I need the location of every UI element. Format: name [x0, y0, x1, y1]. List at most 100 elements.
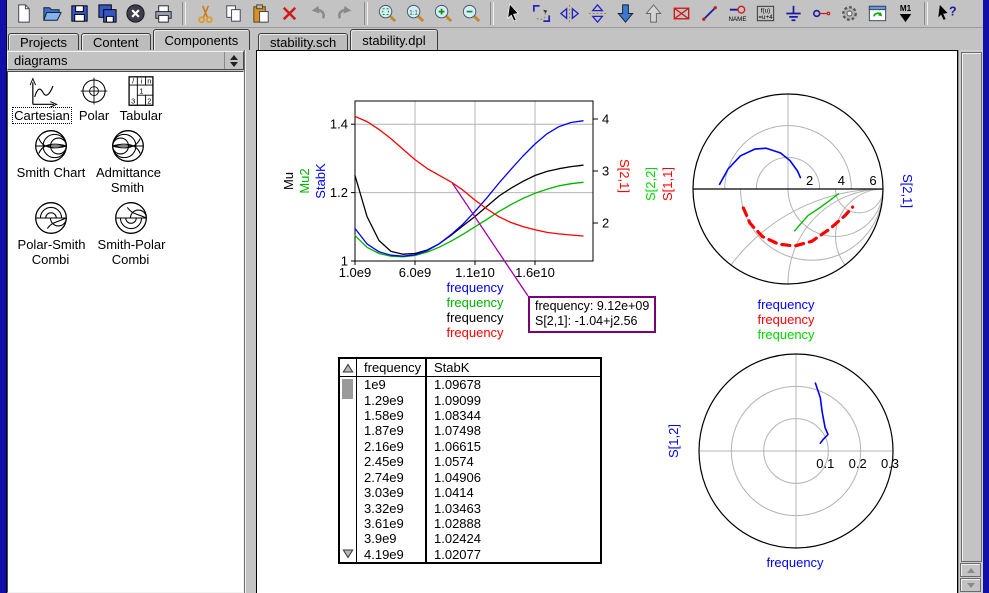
save-all-button[interactable] — [94, 1, 120, 26]
cell-frequency: 1.58e9 — [357, 408, 427, 423]
canvas-vertical-scrollbar[interactable] — [958, 50, 983, 593]
zoom-in-icon — [432, 2, 455, 25]
save-button[interactable] — [66, 1, 92, 26]
table-header-stabk: StabK — [427, 360, 469, 375]
zoom-in-button[interactable] — [430, 1, 456, 26]
marker-tooltip: frequency: 9.12e+09 S[2,1]: -1.04+j2.56 — [528, 296, 656, 333]
palette-item-smith-chart[interactable]: Smith Chart — [9, 127, 93, 180]
rotate-button[interactable] — [528, 1, 554, 26]
component-category-select[interactable]: diagrams — [7, 51, 244, 70]
axis-label-mu2: Mu2 — [297, 168, 312, 193]
svg-text:NAME: NAME — [728, 16, 746, 23]
palette-item-smith-polar-combi[interactable]: Smith-Polar Combi — [88, 199, 174, 267]
deactivate-button[interactable] — [668, 1, 694, 26]
svg-text:1:1: 1:1 — [409, 9, 418, 16]
mirror-x-button[interactable] — [584, 1, 610, 26]
close-button[interactable] — [122, 1, 148, 26]
cut-button[interactable] — [192, 1, 218, 26]
table-row: 2.74e91.04906 — [357, 470, 600, 485]
mirror-y-icon — [558, 2, 581, 25]
view-data-button[interactable] — [864, 1, 890, 26]
cell-frequency: 3.32e9 — [357, 500, 427, 515]
table-row: 3.32e91.03463 — [357, 500, 600, 515]
table-body: 1e91.096781.29e91.090991.58e91.083441.87… — [357, 377, 600, 562]
help-icon: ? — [936, 2, 959, 25]
table-scroll-down-button[interactable] — [340, 546, 356, 561]
name-label-button[interactable]: NAME — [724, 1, 750, 26]
marker-icon: M1 — [894, 2, 917, 25]
palette-item-cartesian[interactable]: Cartesian — [12, 75, 72, 123]
undo-icon — [306, 2, 329, 25]
equation-button[interactable]: f(u)=u+4 — [752, 1, 778, 26]
copy-icon — [222, 2, 245, 25]
undo-button[interactable] — [304, 1, 330, 26]
scrollbar-thumb[interactable] — [961, 52, 982, 562]
push-down-button[interactable] — [612, 1, 638, 26]
table-row: 4.19e91.02077 — [357, 547, 600, 562]
zoom-out-button[interactable] — [458, 1, 484, 26]
view-data-icon — [866, 2, 889, 25]
svg-text:/: / — [132, 76, 135, 85]
panel-tab-content[interactable]: Content — [81, 33, 151, 50]
combo-spin-button[interactable] — [224, 52, 243, 69]
cell-stabk: 1.09678 — [427, 377, 481, 392]
palette-item-tabular[interactable]: /in132Tabular — [111, 75, 171, 123]
deactivate-icon — [670, 2, 693, 25]
wire-button[interactable] — [696, 1, 722, 26]
chart-label: 0.3 — [881, 456, 899, 471]
paste-button[interactable] — [248, 1, 274, 26]
palette-item-label: Admittance Smith — [95, 165, 161, 195]
table-row: 3.9e91.02424 — [357, 531, 600, 546]
cell-frequency: 2.74e9 — [357, 470, 427, 485]
cell-stabk: 1.03463 — [427, 501, 481, 516]
ground-button[interactable] — [780, 1, 806, 26]
delete-icon — [278, 2, 301, 25]
print-icon — [152, 2, 175, 25]
table-scroll-thumb[interactable] — [342, 379, 353, 399]
push-down-icon — [614, 2, 637, 25]
port-button[interactable] — [808, 1, 834, 26]
delete-button[interactable] — [276, 1, 302, 26]
help-button[interactable]: ? — [934, 1, 960, 26]
palette-item-polar-smith-combi[interactable]: Polar-Smith Combi — [8, 199, 94, 267]
cell-stabk: 1.02424 — [427, 531, 481, 546]
axis-label-s21: S[2,1] — [617, 159, 632, 193]
wire-icon — [698, 2, 721, 25]
equation-icon: f(u)=u+4 — [754, 2, 777, 25]
window-frame-right — [983, 0, 989, 593]
table-row: 1.58e91.08344 — [357, 408, 600, 423]
display-page-canvas[interactable]: 1.0e96.0e91.1e101.6e1011.21.4234MuMu2Sta… — [256, 50, 958, 593]
chart-label: 1.6e10 — [515, 265, 555, 280]
scrollbar-up-button[interactable] — [960, 563, 981, 577]
table-scroll-up-button[interactable] — [340, 359, 356, 377]
tabular-diagram: frequency StabK 1e91.096781.29e91.090991… — [338, 357, 602, 564]
chart-label: 6 — [869, 173, 876, 188]
panel-tab-components[interactable]: Components — [153, 29, 251, 50]
mirror-y-button[interactable] — [556, 1, 582, 26]
zoom-one-to-one-button[interactable]: 1:1 — [402, 1, 428, 26]
marker-button[interactable]: M1 — [892, 1, 918, 26]
new-file-button[interactable] — [10, 1, 36, 26]
simulate-button[interactable] — [836, 1, 862, 26]
open-folder-button[interactable] — [38, 1, 64, 26]
document-tab-stability-dpl[interactable]: stability.dpl — [350, 29, 437, 50]
cell-frequency: 2.16e9 — [357, 439, 427, 454]
document-tab-stability-sch[interactable]: stability.sch — [258, 33, 348, 50]
panel-tab-bar: ProjectsContentComponents — [8, 29, 252, 50]
redo-button[interactable] — [332, 1, 358, 26]
scrollbar-down-button[interactable] — [960, 578, 981, 592]
pointer-button[interactable] — [500, 1, 526, 26]
print-button[interactable] — [150, 1, 176, 26]
table-header-frequency: frequency — [357, 359, 427, 376]
svg-text:M1: M1 — [899, 4, 911, 13]
svg-text:3: 3 — [131, 96, 135, 105]
palette-item-admittance-smith[interactable]: Admittance Smith — [86, 127, 170, 195]
palette-item-label: Polar-Smith Combi — [17, 237, 86, 267]
zoom-fit-button[interactable] — [374, 1, 400, 26]
panel-tab-projects[interactable]: Projects — [8, 33, 79, 50]
toolbar: 1:1 NAME f(u)=u+4 M1? — [7, 0, 983, 28]
copy-button[interactable] — [220, 1, 246, 26]
svg-text:1: 1 — [139, 86, 143, 95]
pop-up-button[interactable] — [640, 1, 666, 26]
cell-stabk: 1.0414 — [427, 485, 474, 500]
